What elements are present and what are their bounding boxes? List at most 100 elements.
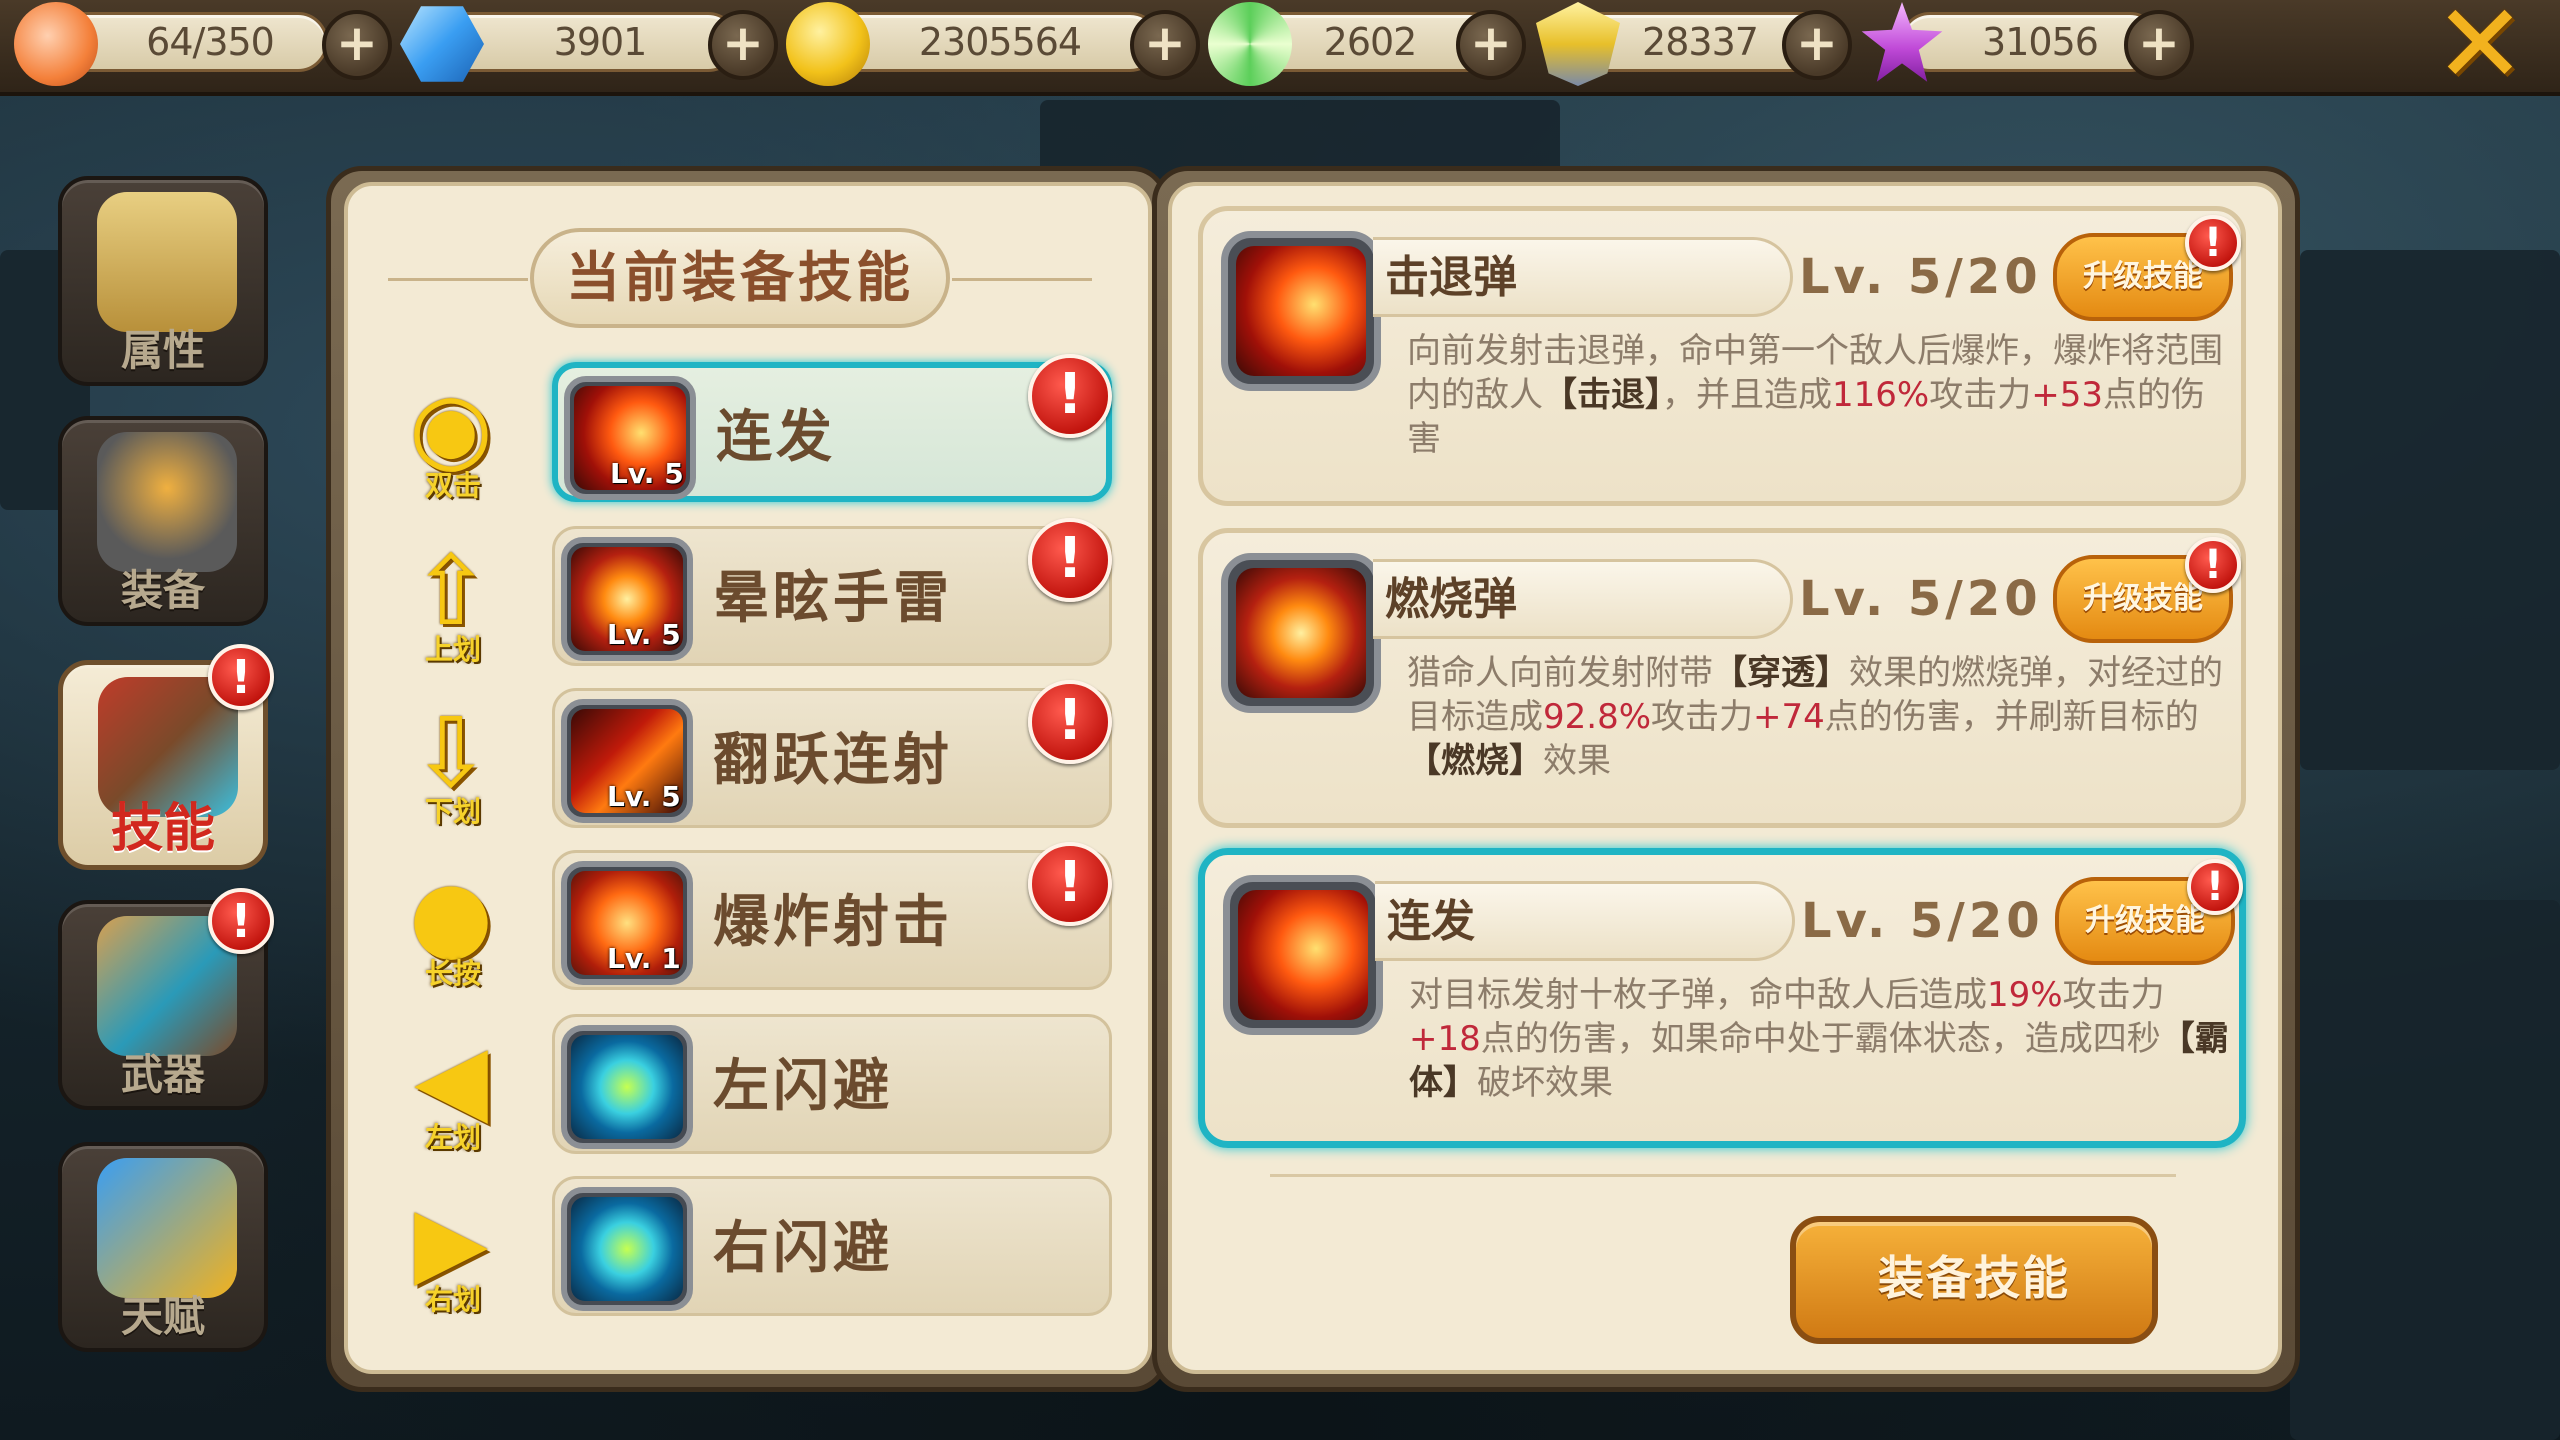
equipped-skill-name: 右闪避 [713, 1216, 893, 1281]
description-segment: 【燃烧】 [1407, 741, 1543, 781]
peach-icon [14, 2, 98, 86]
add-diamond-button[interactable]: + [708, 10, 778, 80]
skill-name-bar: 击退弹 [1373, 237, 1793, 317]
equipped-skill-name: 连发 [716, 405, 836, 470]
equipped-skills-title: 当前装备技能 [530, 228, 950, 328]
resource-bar: 64/350 + 3901 + 2305564 + 2602 + 28337 +… [0, 0, 2560, 99]
divider [388, 278, 528, 281]
swipe-right-icon: ▶ 右划 [388, 1186, 518, 1326]
skill-art [1238, 890, 1368, 1020]
upgrade-alert-badge: ! [2187, 859, 2243, 915]
sidebar-item-label: 装备 [120, 566, 205, 615]
description-segment: 点的伤害，并刷新目标的 [1824, 697, 2199, 737]
equipped-skill-name: 翻跃连射 [713, 728, 953, 793]
skill-alert-badge: ! [1028, 842, 1112, 926]
equipped-skill-name: 晕眩手雷 [713, 566, 953, 631]
sidebar-item-label: 天赋 [120, 1292, 205, 1341]
close-button[interactable]: ✕ [2430, 0, 2530, 99]
equipped-skill-row[interactable]: 左闪避 [552, 1014, 1112, 1154]
description-segment: 【穿透】 [1713, 653, 1849, 693]
skill-name-bar: 连发 [1375, 881, 1795, 961]
description-segment: 攻击力 [2062, 975, 2165, 1015]
skill-alert-badge: ! [1028, 354, 1112, 438]
description-segment: 猎命人向前发射附带 [1407, 653, 1713, 693]
equipped-skill-row[interactable]: Lv. 5 翻跃连射 [552, 688, 1112, 828]
honor-value: 28337 [1642, 20, 1759, 64]
skill-art [1236, 246, 1366, 376]
add-honor-button[interactable]: + [1782, 10, 1852, 80]
equipped-skill-name: 左闪避 [713, 1054, 893, 1119]
description-segment: 点的伤害，如果命中处于霸体状态，造成四秒 [1480, 1019, 2161, 1059]
skill-icon: Lv. 5 [564, 376, 696, 500]
skill-level-tag: Lv. 5 [610, 457, 684, 490]
background-house [2290, 900, 2560, 1440]
skill-icon [561, 1187, 693, 1311]
sidebar-item-label: 技能 [110, 799, 215, 859]
skill-level: Lv. 5/20 [1799, 249, 2042, 305]
skill-description: 向前发射击退弹，命中第一个敌人后爆炸，爆炸将范围内的敌人【击退】，并且造成116… [1407, 329, 2227, 461]
gesture-label: 双击 [424, 469, 481, 502]
skill-level-tag: Lv. 5 [607, 618, 681, 651]
skill-alert-badge: ! [1028, 518, 1112, 602]
skill-level-tag: Lv. 5 [607, 780, 681, 813]
equipped-skill-row[interactable]: Lv. 1 爆炸射击 [552, 850, 1112, 990]
equipped-skill-row[interactable]: Lv. 5 晕眩手雷 [552, 526, 1112, 666]
equip-skill-button[interactable]: 装备技能 [1790, 1216, 2158, 1344]
double-tap-icon: ◉ 双击 [388, 372, 518, 512]
equipped-skill-row[interactable]: Lv. 5 连发 [552, 362, 1112, 502]
skill-name-bar: 燃烧弹 [1373, 559, 1793, 639]
diamond-value: 3901 [553, 20, 648, 64]
skill-card[interactable]: 击退弹 Lv. 5/20 升级技能 ! 向前发射击退弹，命中第一个敌人后爆炸，爆… [1198, 206, 2246, 506]
talent-chart-icon [97, 1158, 237, 1298]
background-house [2300, 250, 2560, 770]
skill-alert-badge: ! [1028, 680, 1112, 764]
sidebar-item-equipment[interactable]: 装备 [58, 416, 268, 626]
description-segment: ，并且造成 [1662, 375, 1832, 415]
skill-icon [1223, 875, 1383, 1035]
add-gold-button[interactable]: + [1130, 10, 1200, 80]
description-segment: 对目标发射十枚子弹，命中敌人后造成 [1409, 975, 1987, 1015]
star-value: 31056 [1982, 20, 2099, 64]
description-segment: 【击退】 [1543, 375, 1662, 415]
upgrade-alert-badge: ! [2185, 215, 2241, 271]
skill-icon [561, 1025, 693, 1149]
skill-name: 燃烧弹 [1385, 574, 1517, 625]
skill-art [571, 1197, 683, 1301]
lollipop-value: 2602 [1323, 20, 1418, 64]
equipped-skill-row[interactable]: 右闪避 [552, 1176, 1112, 1316]
sidebar-item-attributes[interactable]: 属性 [58, 176, 268, 386]
description-segment: 破坏效果 [1477, 1063, 1613, 1103]
skill-icon: Lv. 1 [561, 861, 693, 985]
skill-icon: Lv. 5 [561, 699, 693, 823]
skill-description: 猎命人向前发射附带【穿透】效果的燃烧弹，对经过的目标造成92.8%攻击力+74点… [1407, 651, 2227, 783]
skill-level-tag: Lv. 1 [607, 942, 681, 975]
gesture-label: 左划 [424, 1121, 481, 1154]
equipped-skill-name: 爆炸射击 [713, 890, 953, 955]
divider [1270, 1174, 2176, 1177]
add-stamina-button[interactable]: + [322, 10, 392, 80]
scroll-icon [97, 192, 237, 332]
stamina-value: 64/350 [146, 20, 275, 64]
skill-card[interactable]: 燃烧弹 Lv. 5/20 升级技能 ! 猎命人向前发射附带【穿透】效果的燃烧弹，… [1198, 528, 2246, 828]
skill-art [571, 1035, 683, 1139]
gesture-label: 下划 [424, 795, 481, 828]
add-lollipop-button[interactable]: + [1456, 10, 1526, 80]
skill-icon [1221, 231, 1381, 391]
gesture-label: 上划 [424, 633, 481, 666]
skill-name: 击退弹 [1385, 252, 1517, 303]
description-segment: 116% [1832, 375, 1930, 415]
skill-level: Lv. 5/20 [1801, 893, 2044, 949]
sidebar-item-label: 武器 [120, 1050, 205, 1099]
description-segment: 92.8% [1543, 697, 1652, 737]
swipe-down-icon: ⇩ 下划 [388, 698, 518, 838]
long-press-icon: ● 长按 [388, 860, 518, 1000]
add-star-button[interactable]: + [2124, 10, 2194, 80]
weapons-alert-badge: ! [208, 888, 274, 954]
skill-card[interactable]: 连发 Lv. 5/20 升级技能 ! 对目标发射十枚子弹，命中敌人后造成19%攻… [1198, 848, 2246, 1148]
description-segment: 攻击力 [1651, 697, 1754, 737]
description-segment: +74 [1753, 697, 1825, 737]
skill-icon [1221, 553, 1381, 713]
sidebar-item-talent[interactable]: 天赋 [58, 1142, 268, 1352]
description-segment: 攻击力 [1929, 375, 2032, 415]
skills-alert-badge: ! [208, 644, 274, 710]
